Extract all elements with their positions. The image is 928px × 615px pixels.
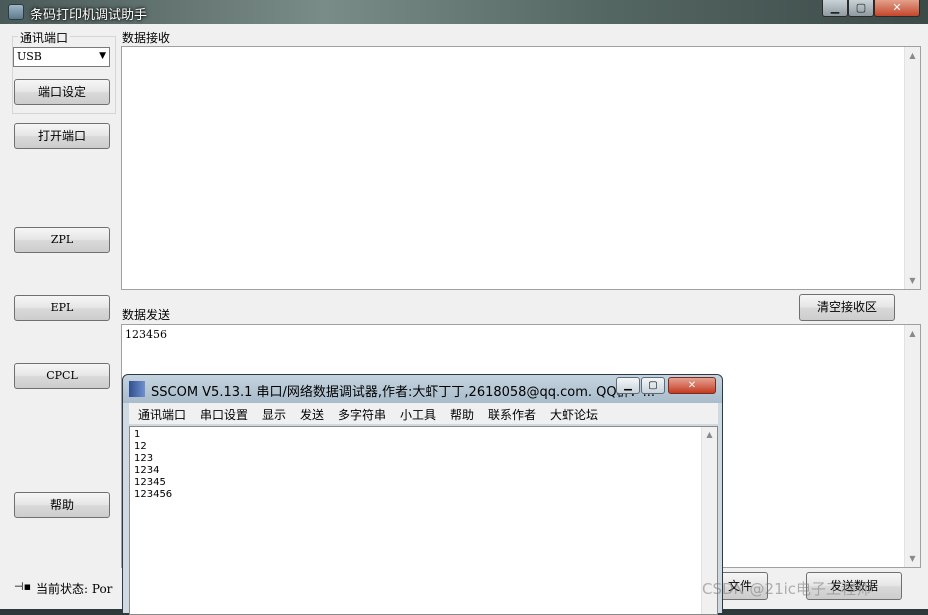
- zpl-button-label: ZPL: [50, 233, 74, 246]
- cpcl-button-label: CPCL: [46, 369, 78, 382]
- menu-item-tools[interactable]: 小工具: [400, 406, 436, 423]
- sscom-line: 123: [134, 453, 154, 464]
- sscom-close-button[interactable]: ✕: [668, 377, 716, 394]
- clear-receive-button-label: 清空接收区: [816, 300, 877, 314]
- receive-label: 数据接收: [122, 31, 171, 45]
- menu-item-serial-settings[interactable]: 串口设置: [200, 406, 248, 423]
- epl-button-label: EPL: [50, 301, 74, 314]
- chevron-down-icon[interactable]: ▼: [99, 51, 106, 61]
- port-combo[interactable]: USB ▼: [13, 47, 110, 67]
- watermark: CSDN @21ic电子工程师: [702, 580, 872, 598]
- printer-icon: [8, 4, 24, 20]
- send-label: 数据发送: [122, 308, 171, 322]
- sscom-app-icon: [129, 381, 145, 397]
- cpcl-button[interactable]: CPCL: [14, 363, 110, 389]
- scroll-down-icon[interactable]: ▼: [905, 554, 920, 563]
- scroll-down-icon[interactable]: ▼: [905, 276, 920, 285]
- sscom-line: 12345: [134, 477, 166, 488]
- send-scrollbar[interactable]: ▲ ▼: [904, 325, 920, 567]
- scroll-up-icon[interactable]: ▲: [905, 329, 920, 338]
- menu-item-port[interactable]: 通讯端口: [138, 406, 186, 423]
- port-settings-button[interactable]: 端口设定: [14, 79, 110, 105]
- open-port-button-label: 打开端口: [37, 129, 86, 143]
- menu-item-contact-author[interactable]: 联系作者: [488, 406, 536, 423]
- send-text: 123456: [125, 328, 167, 341]
- clear-receive-button[interactable]: 清空接收区: [799, 294, 895, 321]
- sscom-minimize-button[interactable]: ▁: [616, 377, 640, 394]
- port-combo-value: USB: [17, 50, 42, 63]
- sscom-receive-textarea[interactable]: 1 12 123 1234 12345 123456 ▲: [129, 426, 718, 615]
- plug-icon: ⊣▪: [14, 580, 32, 593]
- sscom-line: 123456: [134, 489, 173, 500]
- sscom-title: SSCOM V5.13.1 串口/网络数据调试器,作者:大虾丁丁,2618058…: [151, 385, 655, 400]
- sscom-menubar: 通讯端口 串口设置 显示 发送 多字符串 小工具 帮助 联系作者 大虾论坛: [129, 403, 718, 424]
- port-group-label: 通讯端口: [18, 29, 71, 46]
- help-button-label: 帮助: [49, 498, 74, 512]
- epl-button[interactable]: EPL: [14, 295, 110, 321]
- sscom-window: SSCOM V5.13.1 串口/网络数据调试器,作者:大虾丁丁,2618058…: [122, 374, 723, 615]
- menu-item-help[interactable]: 帮助: [450, 406, 474, 423]
- sscom-titlebar: SSCOM V5.13.1 串口/网络数据调试器,作者:大虾丁丁,2618058…: [123, 375, 722, 403]
- sscom-maximize-button[interactable]: ▢: [641, 377, 665, 394]
- sscom-line: 1234: [134, 465, 160, 476]
- window-title: 条码打印机调试助手: [30, 8, 148, 23]
- menu-item-send[interactable]: 发送: [300, 406, 324, 423]
- menu-item-display[interactable]: 显示: [262, 406, 286, 423]
- scroll-up-icon[interactable]: ▲: [905, 51, 920, 60]
- help-button[interactable]: 帮助: [14, 492, 110, 518]
- zpl-button[interactable]: ZPL: [14, 227, 110, 253]
- port-settings-button-label: 端口设定: [37, 85, 86, 99]
- status-text: 当前状态: Por: [36, 582, 113, 596]
- open-port-button[interactable]: 打开端口: [14, 123, 110, 149]
- scroll-up-icon[interactable]: ▲: [702, 430, 717, 439]
- main-titlebar: 条码打印机调试助手 ▁ ▢ ✕: [0, 0, 928, 24]
- menu-item-forum[interactable]: 大虾论坛: [550, 406, 598, 423]
- sscom-line: 12: [134, 441, 147, 452]
- receive-scrollbar[interactable]: ▲ ▼: [904, 47, 920, 289]
- close-button[interactable]: ✕: [874, 0, 920, 17]
- minimize-button[interactable]: ▁: [822, 0, 848, 17]
- maximize-button[interactable]: ▢: [848, 0, 874, 17]
- receive-textarea[interactable]: ▲ ▼: [121, 46, 921, 290]
- sscom-line: 1: [134, 429, 141, 440]
- menu-item-multi-string[interactable]: 多字符串: [338, 406, 386, 423]
